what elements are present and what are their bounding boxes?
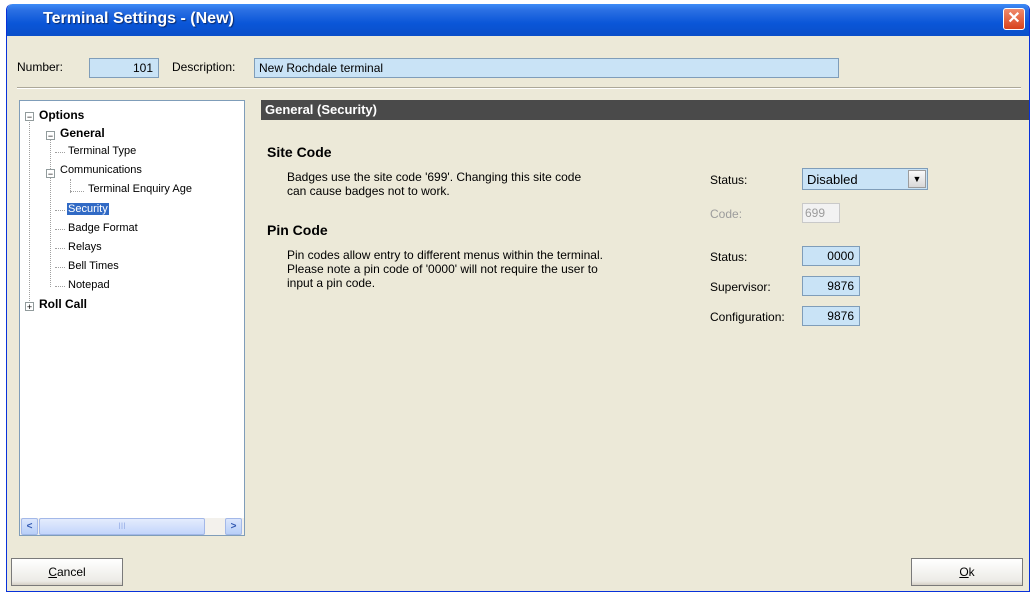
pin-code-description: Pin codes allow entry to different menus… [287, 248, 603, 290]
scroll-grip: III [118, 521, 126, 531]
pin-code-description-line: input a pin code. [287, 276, 376, 290]
pin-code-heading: Pin Code [267, 222, 328, 238]
site-code-status-select[interactable]: Disabled ▼ [802, 168, 928, 190]
scroll-thumb[interactable]: III [39, 518, 205, 535]
tree-item-options[interactable]: Options [39, 108, 84, 122]
cancel-mnemonic: C [48, 565, 57, 579]
number-label: Number: [17, 60, 64, 74]
chevron-right-icon: > [230, 521, 237, 532]
tree-line [55, 229, 65, 230]
cancel-button[interactable]: Cancel [11, 558, 123, 586]
tree-line [50, 132, 51, 287]
ok-mnemonic: O [959, 565, 969, 579]
chevron-left-icon: < [26, 521, 33, 532]
configuration-label: Configuration: [710, 310, 785, 324]
tree-item-relays[interactable]: Relays [68, 241, 102, 253]
site-code-description-line: Badges use the site code '699'. Changing… [287, 170, 582, 184]
site-code-description-line: can cause badges not to work. [287, 184, 450, 198]
tree-item-notepad[interactable]: Notepad [68, 279, 110, 291]
tree-line [55, 152, 65, 153]
site-code-code-field: 699 [802, 203, 840, 223]
pin-code-description-line: Please note a pin code of '0000' will no… [287, 262, 598, 276]
ok-button[interactable]: Ok [911, 558, 1023, 586]
site-code-description: Badges use the site code '699'. Changing… [287, 170, 581, 198]
tree-item-general[interactable]: General [60, 126, 105, 140]
expand-roll-call-icon[interactable]: + [25, 302, 34, 312]
tree-item-roll-call[interactable]: Roll Call [39, 297, 87, 311]
tree-line [55, 267, 65, 268]
collapse-communications-icon[interactable]: − [46, 169, 55, 179]
configuration-field[interactable]: 9876 [802, 306, 860, 326]
tree-item-security[interactable]: Security [67, 203, 109, 215]
close-icon: ✕ [1007, 10, 1021, 27]
header-separator [17, 87, 1021, 89]
tree-item-terminal-enquiry-agent[interactable]: Terminal Enquiry Age [88, 183, 192, 195]
site-code-status-value: Disabled [807, 172, 858, 187]
tree-line [70, 191, 84, 192]
title-bar[interactable]: Terminal Settings - (New) ✕ [7, 4, 1029, 36]
site-code-code-label: Code: [710, 207, 743, 221]
supervisor-field[interactable]: 9876 [802, 276, 860, 296]
terminal-settings-window: Terminal Settings - (New) ✕ Number: 101 … [6, 4, 1030, 592]
dropdown-arrow-icon[interactable]: ▼ [908, 170, 926, 188]
description-field[interactable]: New Rochdale terminal [254, 58, 839, 78]
cancel-label: ancel [56, 565, 86, 579]
pin-code-description-line: Pin codes allow entry to different menus… [287, 248, 603, 262]
collapse-general-icon[interactable]: − [46, 131, 55, 141]
ok-label: k [968, 565, 975, 579]
tree-item-bell-times[interactable]: Bell Times [68, 260, 119, 272]
pin-status-label: Status: [710, 250, 748, 264]
close-button[interactable]: ✕ [1003, 8, 1025, 30]
tree-line [55, 248, 65, 249]
tree-line [29, 115, 30, 305]
scroll-left-button[interactable]: < [21, 518, 38, 535]
pin-status-field[interactable]: 0000 [802, 246, 860, 266]
tree-item-badge-format[interactable]: Badge Format [68, 222, 138, 234]
tree-item-communications[interactable]: Communications [60, 164, 142, 176]
scroll-right-button[interactable]: > [225, 518, 242, 535]
site-code-status-label: Status: [710, 173, 748, 187]
tree-horizontal-scrollbar[interactable]: < III > [20, 518, 244, 535]
tree-line [55, 210, 65, 211]
section-title: General (Security) [261, 100, 1029, 120]
supervisor-label: Supervisor: [710, 280, 771, 294]
number-field[interactable]: 101 [89, 58, 159, 78]
window-title: Terminal Settings - (New) [43, 10, 234, 27]
tree-line [55, 286, 65, 287]
tree-item-terminal-type[interactable]: Terminal Type [68, 145, 136, 157]
collapse-options-icon[interactable]: − [25, 112, 34, 122]
options-tree[interactable]: − Options − General Terminal Type − Comm… [19, 100, 245, 536]
site-code-heading: Site Code [267, 144, 332, 160]
description-label: Description: [172, 60, 236, 74]
